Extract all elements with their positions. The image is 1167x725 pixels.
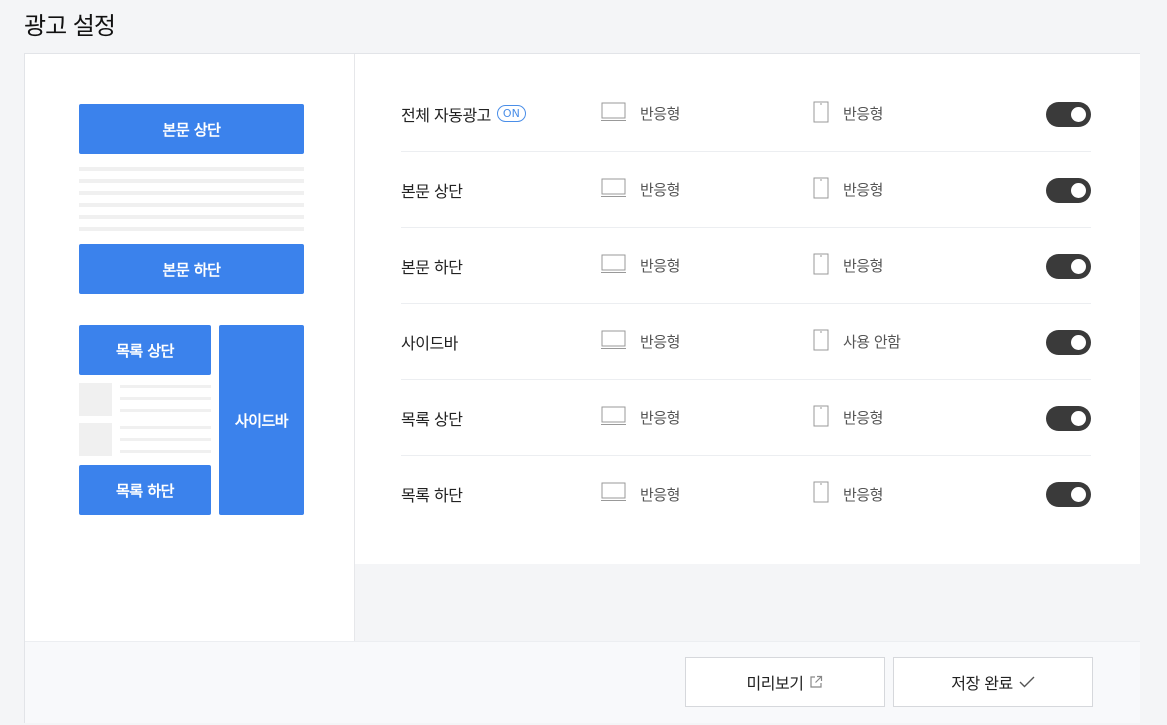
row-label: 본문 하단 — [401, 257, 463, 277]
preview-line — [120, 409, 211, 412]
toggle-knob — [1071, 182, 1086, 198]
monitor-icon — [601, 406, 626, 430]
ad-settings-panel: 본문 상단 본문 하단 목록 상단 목록 하단 사이드바 전체 자동광고 ON — [24, 53, 1140, 723]
setting-row-list-top: 목록 상단 반응형 반응형 — [401, 380, 1091, 456]
row-label: 목록 하단 — [401, 486, 463, 505]
list-bottom-toggle[interactable] — [1046, 482, 1091, 507]
toggle-knob — [1071, 334, 1086, 350]
check-icon — [1019, 676, 1035, 688]
on-badge: ON — [496, 105, 526, 122]
mobile-ad-setting[interactable]: 반응형 — [813, 76, 883, 151]
pc-ad-setting[interactable]: 반응형 — [601, 304, 680, 379]
pc-ad-type: 반응형 — [640, 485, 680, 504]
mobile-ad-setting[interactable]: 반응형 — [813, 456, 883, 532]
preview-top-block: 본문 상단 — [79, 104, 304, 154]
mobile-ad-type: 사용 안함 — [843, 333, 901, 351]
preview-line — [120, 397, 211, 400]
row-label: 전체 자동광고 — [401, 105, 491, 125]
save-button[interactable]: 저장 완료 — [893, 657, 1093, 707]
sidebar-toggle[interactable] — [1046, 329, 1091, 355]
preview-line — [120, 438, 211, 441]
setting-row-list-bottom: 목록 하단 반응형 반응형 — [401, 456, 1091, 532]
toggle-knob — [1071, 487, 1086, 502]
preview-line — [120, 426, 211, 429]
body-bottom-toggle[interactable] — [1046, 253, 1091, 279]
monitor-icon — [601, 330, 626, 354]
preview-line — [79, 215, 304, 219]
phone-icon — [813, 405, 829, 431]
mobile-ad-setting[interactable]: 반응형 — [813, 152, 883, 227]
preview-thumbnail — [79, 383, 112, 416]
pc-ad-setting[interactable]: 반응형 — [601, 76, 680, 151]
preview-thumbnail — [79, 423, 112, 456]
mobile-ad-type: 반응형 — [843, 181, 883, 199]
mobile-ad-setting[interactable]: 반응형 — [813, 380, 883, 455]
mobile-ad-type: 반응형 — [843, 105, 883, 123]
monitor-icon — [601, 482, 626, 506]
preview-line — [120, 450, 211, 453]
pc-ad-type: 반응형 — [640, 105, 680, 123]
external-link-icon — [809, 675, 823, 689]
pc-ad-type: 반응형 — [640, 409, 680, 427]
toggle-knob — [1071, 410, 1086, 426]
preview-line — [79, 191, 304, 195]
setting-row-body-bottom: 본문 하단 반응형 반응형 — [401, 228, 1091, 304]
preview-button-label: 미리보기 — [746, 674, 804, 693]
preview-line — [79, 167, 304, 171]
toggle-knob — [1071, 258, 1086, 274]
preview-line — [79, 179, 304, 183]
row-label: 목록 상단 — [401, 409, 463, 429]
preview-list-bottom-block: 목록 하단 — [79, 465, 211, 515]
phone-icon — [813, 101, 829, 127]
phone-icon — [813, 177, 829, 203]
monitor-icon — [601, 254, 626, 278]
list-top-toggle[interactable] — [1046, 405, 1091, 431]
preview-line — [120, 385, 211, 388]
mobile-ad-setting[interactable]: 반응형 — [813, 228, 883, 303]
ad-settings-list: 전체 자동광고 ON 반응형 반응형 본문 상단 반응형 반응형 본문 하단 반… — [355, 54, 1140, 564]
monitor-icon — [601, 178, 626, 202]
page-title: 광고 설정 — [24, 12, 116, 40]
mobile-ad-setting[interactable]: 사용 안함 — [813, 304, 901, 379]
auto-ads-toggle[interactable] — [1046, 101, 1091, 127]
pc-ad-type: 반응형 — [640, 257, 680, 275]
row-label: 본문 상단 — [401, 181, 463, 201]
pc-ad-setting[interactable]: 반응형 — [601, 380, 680, 455]
pc-ad-type: 반응형 — [640, 181, 680, 199]
settings-empty-area — [355, 564, 1140, 641]
setting-row-auto-ads: 전체 자동광고 ON 반응형 반응형 — [401, 76, 1091, 152]
preview-list-top-block: 목록 상단 — [79, 325, 211, 375]
mobile-ad-type: 반응형 — [843, 409, 883, 427]
footer-actions: 미리보기 저장 완료 — [25, 641, 1140, 723]
pc-ad-setting[interactable]: 반응형 — [601, 456, 680, 532]
pc-ad-setting[interactable]: 반응형 — [601, 228, 680, 303]
toggle-knob — [1071, 106, 1086, 122]
monitor-icon — [601, 102, 626, 126]
save-button-label: 저장 완료 — [951, 674, 1013, 693]
phone-icon — [813, 253, 829, 279]
preview-line — [79, 203, 304, 207]
layout-preview: 본문 상단 본문 하단 목록 상단 목록 하단 사이드바 — [25, 54, 355, 641]
mobile-ad-type: 반응형 — [843, 485, 883, 504]
preview-sidebar-block: 사이드바 — [219, 325, 304, 515]
preview-line — [79, 227, 304, 231]
phone-icon — [813, 329, 829, 355]
preview-button[interactable]: 미리보기 — [685, 657, 885, 707]
setting-row-body-top: 본문 상단 반응형 반응형 — [401, 152, 1091, 228]
body-top-toggle[interactable] — [1046, 177, 1091, 203]
pc-ad-setting[interactable]: 반응형 — [601, 152, 680, 227]
pc-ad-type: 반응형 — [640, 333, 680, 351]
preview-bottom-block: 본문 하단 — [79, 244, 304, 294]
phone-icon — [813, 481, 829, 507]
setting-row-sidebar: 사이드바 반응형 사용 안함 — [401, 304, 1091, 380]
mobile-ad-type: 반응형 — [843, 257, 883, 275]
row-label: 사이드바 — [401, 333, 458, 353]
